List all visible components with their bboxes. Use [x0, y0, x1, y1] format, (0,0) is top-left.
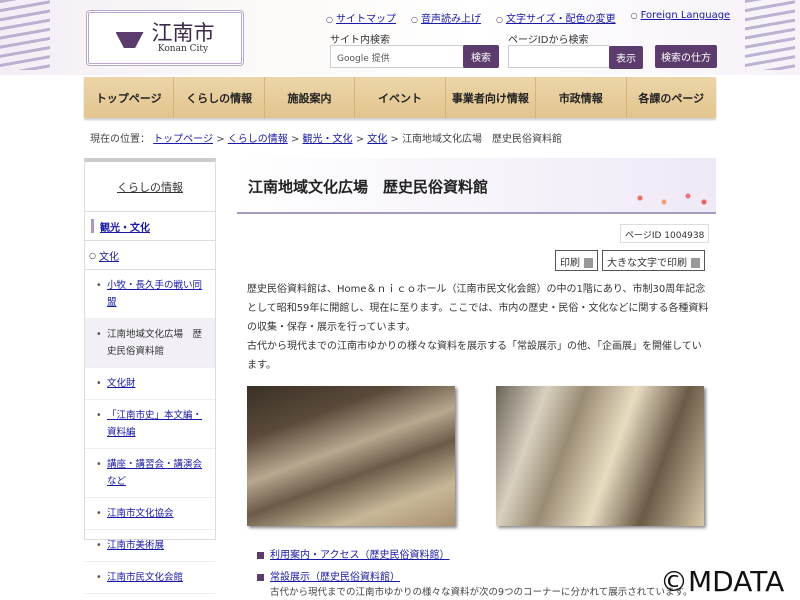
site-search-button[interactable]: 検索 [463, 45, 499, 68]
nav-city-admin[interactable]: 市政情報 [536, 77, 627, 118]
print-large-label: 大きな文字で印刷 [607, 258, 687, 269]
page-id-badge: ページID 1004938 [620, 224, 710, 243]
sidebar-sub: ○ 文化 [85, 241, 215, 270]
access-info-link[interactable]: 利用案内・アクセス（歴史民俗資料館） [270, 550, 450, 561]
breadcrumb-separator: > [216, 134, 225, 145]
breadcrumb-current: 江南地域文化広場 歴史民俗資料館 [402, 134, 563, 145]
nav-living[interactable]: くらしの情報 [174, 77, 265, 118]
watermark: ©MDATA [660, 565, 785, 598]
paragraph: 歴史民俗資料館は、Home＆ｎｉｃｏホール（江南市民文化会館）の中の1階にあり、… [247, 284, 709, 333]
sidebar-item: 文化財 [85, 368, 215, 400]
printer-icon [691, 258, 700, 268]
museum-photo-exhibit [247, 386, 455, 526]
sidebar-heading[interactable]: くらしの情報 [85, 162, 215, 212]
bullet-icon: ○ [89, 250, 96, 260]
museum-photo-entrance [496, 386, 704, 526]
sidebar-item-link[interactable]: 小牧・長久手の戦い同盟 [107, 280, 202, 308]
sidebar-item: 小牧・長久手の戦い同盟 [85, 270, 215, 319]
sidebar-item: 江南市美術展 [85, 530, 215, 562]
sidebar-item-link[interactable]: 「江南市史」本文編・資料編 [107, 410, 202, 438]
city-emblem-icon [115, 32, 144, 48]
breadcrumb-link[interactable]: 観光・文化 [303, 134, 353, 145]
nav-top[interactable]: トップページ [84, 77, 175, 118]
sidebar-section: 観光・文化 [85, 212, 215, 241]
bullet-icon: ○ [630, 11, 638, 20]
site-logo[interactable]: 江南市 Konan City [86, 10, 244, 66]
breadcrumb-separator: > [290, 134, 300, 145]
site-search-label: サイト内検索 [330, 35, 390, 46]
paragraph: 古代から現代までの江南市ゆかりの様々な資料を展示する「常設展示」の他、「企画展」… [247, 341, 702, 371]
global-nav: トップページ くらしの情報 施設案内 イベント 事業者向け情報 市政情報 各課の… [84, 77, 716, 118]
intro-text: 歴史民俗資料館は、Home＆ｎｉｃｏホール（江南市民文化会館）の中の1階にあり、… [247, 280, 709, 375]
nav-events[interactable]: イベント [355, 77, 446, 118]
bullet-icon: ○ [495, 15, 503, 24]
breadcrumb: 現在の位置： トップページ > くらしの情報 > 観光・文化 > 文化 > 江南… [90, 130, 562, 145]
sidebar-item-link[interactable]: 文化財 [107, 378, 136, 389]
flower-decoration-icon [632, 190, 712, 210]
nav-departments[interactable]: 各課のページ [627, 77, 716, 118]
logo-name: 江南市 [151, 20, 215, 45]
page-title: 江南地域文化広場 歴史民俗資料館 [237, 158, 716, 214]
sidebar-item: 「江南市史」本文編・資料編 [85, 400, 215, 449]
page-title-text: 江南地域文化広場 歴史民俗資料館 [248, 178, 489, 196]
sidebar-item: 江南市文化協会 [85, 498, 215, 530]
sidebar-item-link[interactable]: 講座・講習会・講演会など [107, 459, 202, 487]
breadcrumb-separator: > [355, 134, 365, 145]
permanent-exhibit-link[interactable]: 常設展示（歴史民俗資料館） [270, 572, 400, 583]
pageid-search-label: ページIDから検索 [508, 35, 589, 46]
wisteria-decoration [745, 0, 795, 70]
breadcrumb-prefix: 現在の位置： [90, 134, 150, 145]
nav-facilities[interactable]: 施設案内 [265, 77, 356, 118]
breadcrumb-separator: > [390, 134, 399, 145]
sidebar-item-current: 江南地域文化広場 歴史民俗資料館 [85, 319, 215, 368]
sidebar-item: 講座・講習会・講演会など [85, 449, 215, 498]
link-foreign-language[interactable]: Foreign Language [641, 10, 731, 21]
pageid-show-button[interactable]: 表示 [609, 46, 643, 69]
wisteria-decoration [0, 0, 50, 70]
link-item: 常設展示（歴史民俗資料館） [257, 568, 400, 583]
sidebar-item: 江南市民文化会館 [85, 562, 215, 594]
link-item: 利用案内・アクセス（歴史民俗資料館） [257, 546, 450, 561]
bullet-icon: ○ [410, 15, 418, 24]
search-help-button[interactable]: 検索の仕方 [655, 45, 717, 68]
print-label: 印刷 [560, 258, 580, 269]
bullet-icon: ○ [326, 15, 333, 24]
sidebar-item-link[interactable]: 江南市文化協会 [107, 508, 174, 519]
section-marker-icon [91, 219, 94, 233]
utility-links: ○ サイトマップ ○ 音声読み上げ ○ 文字サイズ・配色の変更 ○ Foreign La… [326, 10, 730, 25]
sidebar: くらしの情報 観光・文化 ○文化 小牧・長久手の戦い同盟 江南地域文化広場 歴史… [84, 158, 216, 594]
link-read-aloud[interactable]: 音声読み上げ [421, 14, 481, 25]
nav-business[interactable]: 事業者向け情報 [446, 77, 537, 118]
breadcrumb-link[interactable]: 文化 [367, 134, 387, 145]
breadcrumb-link[interactable]: トップページ [153, 134, 213, 145]
print-large-button[interactable]: 大きな文字で印刷 [602, 250, 705, 271]
sidebar-item-label: 江南地域文化広場 歴史民俗資料館 [107, 329, 203, 357]
printer-icon [584, 258, 593, 268]
sidebar-item-link[interactable]: 江南市民文化会館 [107, 572, 183, 583]
square-bullet-icon [257, 551, 264, 559]
link-font-color[interactable]: 文字サイズ・配色の変更 [506, 14, 616, 25]
link-sitemap[interactable]: サイトマップ [336, 14, 396, 25]
square-bullet-icon [257, 573, 264, 581]
site-search-input[interactable]: Google 提供 [330, 45, 464, 68]
breadcrumb-link[interactable]: くらしの情報 [228, 134, 288, 145]
sidebar-item-link[interactable]: 江南市美術展 [107, 540, 164, 551]
print-button[interactable]: 印刷 [555, 250, 598, 271]
pageid-input[interactable] [508, 45, 610, 68]
sidebar-sub-link[interactable]: 文化 [99, 248, 119, 263]
sidebar-section-link[interactable]: 観光・文化 [100, 219, 150, 234]
link-description: 古代から現代までの江南市ゆかりの様々な資料が次の9つのコーナーに分かれて展示され… [270, 587, 693, 598]
logo-sub: Konan City [157, 43, 209, 54]
